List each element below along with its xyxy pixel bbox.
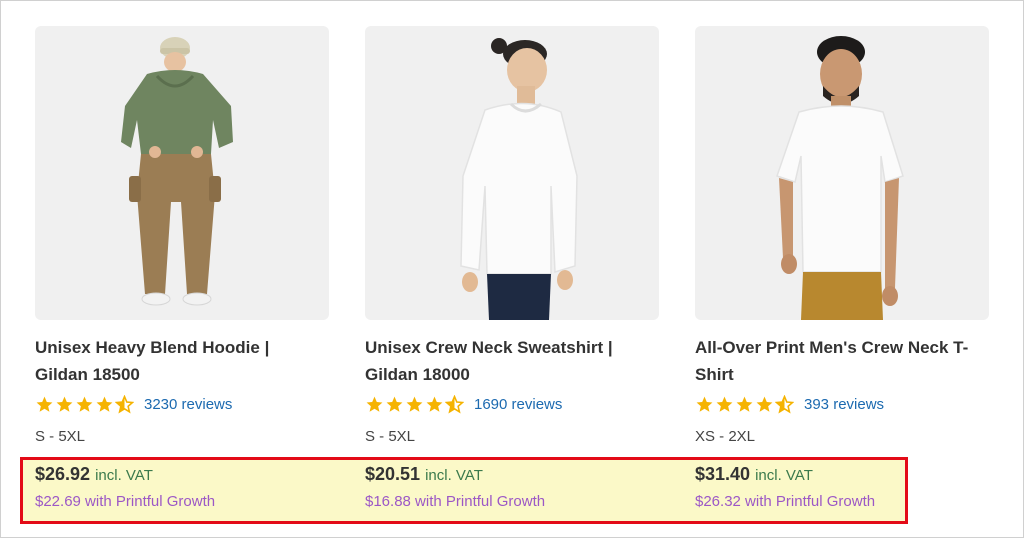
star-full-icon xyxy=(386,396,403,412)
rating-row: 393 reviews xyxy=(695,394,989,414)
star-rating xyxy=(365,394,464,414)
size-range: S - 5XL xyxy=(35,428,86,445)
product-card-tshirt[interactable]: All-Over Print Men's Crew Neck T-Shirt 3… xyxy=(695,26,989,445)
reviews-link[interactable]: 393 reviews xyxy=(804,396,884,413)
price: $31.40 xyxy=(695,464,751,484)
product-image-hoodie[interactable] xyxy=(35,26,329,320)
product-card-sweatshirt[interactable]: Unisex Crew Neck Sweatshirt | Gildan 180… xyxy=(365,26,659,445)
star-full-icon xyxy=(56,396,73,412)
star-half-icon xyxy=(445,394,464,413)
reviews-link[interactable]: 3230 reviews xyxy=(144,396,232,413)
price-line: $31.40 incl. VAT xyxy=(695,464,875,488)
rating-row: 1690 reviews xyxy=(365,394,659,414)
star-half-icon xyxy=(775,394,794,413)
sweatshirt-model-illustration xyxy=(460,38,578,320)
product-title[interactable]: Unisex Heavy Blend Hoodie | Gildan 18500 xyxy=(35,334,325,388)
product-title[interactable]: All-Over Print Men's Crew Neck T-Shirt xyxy=(695,334,985,388)
price-line: $26.92 incl. VAT xyxy=(35,464,215,488)
growth-price: $22.69 with Printful Growth xyxy=(35,493,216,510)
star-full-icon xyxy=(716,396,733,412)
tshirt-model-illustration xyxy=(776,36,904,320)
size-range: XS - 2XL xyxy=(695,428,756,445)
star-half-icon xyxy=(115,394,134,413)
price-block: $20.51 incl. VAT $16.88 with Printful Gr… xyxy=(365,464,545,510)
vat-label: incl. VAT xyxy=(755,467,813,484)
rating-row: 3230 reviews xyxy=(35,394,329,414)
growth-price: $16.88 with Printful Growth xyxy=(365,493,546,510)
hoodie-model-illustration xyxy=(121,37,233,306)
price: $20.51 xyxy=(365,464,421,484)
growth-price: $26.32 with Printful Growth xyxy=(695,493,876,510)
vat-label: incl. VAT xyxy=(425,467,483,484)
star-full-icon xyxy=(406,396,423,412)
price-line: $20.51 incl. VAT xyxy=(365,464,545,488)
product-image-sweatshirt[interactable] xyxy=(365,26,659,320)
star-full-icon xyxy=(756,396,773,412)
product-card-hoodie[interactable]: Unisex Heavy Blend Hoodie | Gildan 18500… xyxy=(35,26,329,445)
star-full-icon xyxy=(36,396,53,412)
star-full-icon xyxy=(426,396,443,412)
price: $26.92 xyxy=(35,464,91,484)
star-rating xyxy=(35,394,134,414)
star-full-icon xyxy=(76,396,93,412)
star-full-icon xyxy=(736,396,753,412)
star-full-icon xyxy=(696,396,713,412)
size-range: S - 5XL xyxy=(365,428,416,445)
star-full-icon xyxy=(366,396,383,412)
star-rating xyxy=(695,394,794,414)
vat-label: incl. VAT xyxy=(95,467,153,484)
price-block: $31.40 incl. VAT $26.32 with Printful Gr… xyxy=(695,464,875,510)
star-full-icon xyxy=(96,396,113,412)
price-block: $26.92 incl. VAT $22.69 with Printful Gr… xyxy=(35,464,215,510)
product-image-tshirt[interactable] xyxy=(695,26,989,320)
product-title[interactable]: Unisex Crew Neck Sweatshirt | Gildan 180… xyxy=(365,334,655,388)
reviews-link[interactable]: 1690 reviews xyxy=(474,396,562,413)
